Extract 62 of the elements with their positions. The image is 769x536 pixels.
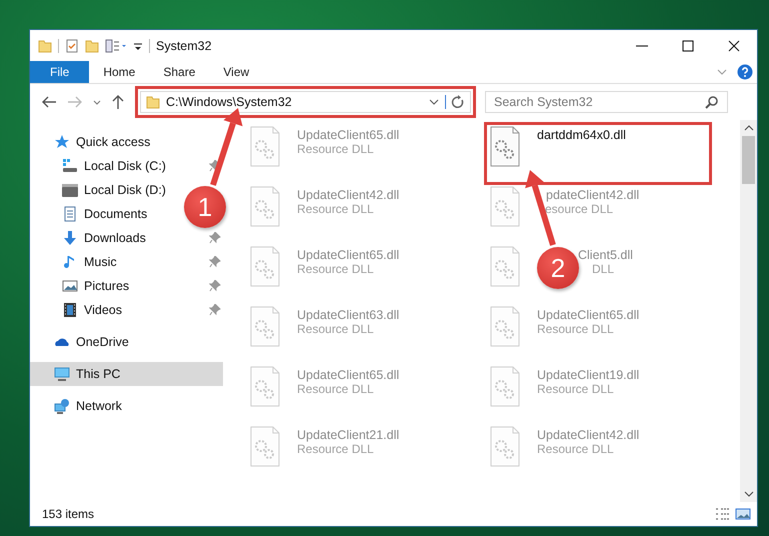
- pin-icon[interactable]: [209, 280, 221, 292]
- pin-icon[interactable]: [209, 304, 221, 316]
- nav-item[interactable]: Downloads: [62, 226, 150, 250]
- nav-icon: [62, 302, 78, 318]
- details-view-icon[interactable]: [715, 507, 731, 521]
- file-type: Resource DLL: [297, 382, 375, 396]
- nav-icon: [54, 398, 70, 414]
- nav-icon: [62, 206, 78, 222]
- nav-item[interactable]: This PC: [30, 362, 223, 386]
- nav-icon: [62, 182, 78, 198]
- up-icon[interactable]: [110, 94, 126, 110]
- large-icons-view-icon[interactable]: [735, 507, 751, 521]
- nav-item[interactable]: Quick access: [54, 130, 154, 154]
- window-title: System32: [156, 38, 212, 52]
- search-field[interactable]: Search System32: [485, 91, 728, 113]
- scroll-down-icon[interactable]: [744, 490, 754, 498]
- file-type: Resource DLL: [297, 262, 375, 276]
- pin-icon[interactable]: [209, 232, 221, 244]
- scrollbar[interactable]: [740, 120, 757, 502]
- nav-icon: [62, 158, 78, 174]
- file-type: DLL: [592, 262, 616, 276]
- address-path: C:\Windows\System32: [166, 95, 292, 109]
- nav-item[interactable]: Local Disk (D:): [62, 178, 170, 202]
- file-type: Resource DLL: [297, 202, 375, 216]
- nav-icon: [54, 134, 70, 150]
- ribbon-tab[interactable]: View: [209, 61, 264, 83]
- item-count: 153 items: [42, 507, 94, 521]
- nav-icon: [62, 278, 78, 294]
- search-icon[interactable]: [705, 95, 719, 109]
- nav-item[interactable]: Local Disk (C:): [62, 154, 170, 178]
- scroll-thumb[interactable]: [742, 136, 755, 184]
- folder-icon[interactable]: [85, 38, 99, 52]
- back-icon[interactable]: [40, 94, 58, 110]
- folder-icon: [146, 95, 160, 109]
- checklist-icon[interactable]: [65, 38, 79, 52]
- folder-icon[interactable]: [38, 38, 52, 52]
- scroll-up-icon[interactable]: [744, 124, 754, 132]
- dll-file-icon[interactable]: [490, 126, 520, 167]
- file-type: Resource DLL: [537, 322, 615, 336]
- nav-item[interactable]: Music: [62, 250, 121, 274]
- file-name[interactable]: dartddm64x0.dll: [537, 128, 626, 142]
- pin-icon[interactable]: [209, 256, 221, 268]
- dropdown-caret-icon[interactable]: [429, 97, 439, 107]
- properties-icon[interactable]: [105, 38, 127, 52]
- forward-icon[interactable]: [66, 94, 84, 110]
- file-type: Resource DLL: [537, 442, 615, 456]
- ribbon-tab[interactable]: Share: [149, 61, 210, 83]
- nav-item[interactable]: Network: [54, 394, 126, 418]
- file-type: Resource DLL: [537, 382, 615, 396]
- help-icon[interactable]: [737, 64, 753, 80]
- nav-icon: [62, 230, 78, 246]
- file-type: esource DLL: [545, 202, 614, 216]
- file-type: Resource DLL: [297, 442, 375, 456]
- ribbon-tab[interactable]: Home: [89, 61, 150, 83]
- nav-icon: [54, 366, 70, 382]
- nav-item[interactable]: Pictures: [62, 274, 134, 298]
- file-type: Resource DLL: [297, 142, 375, 156]
- nav-item[interactable]: Videos: [62, 298, 126, 322]
- nav-item[interactable]: OneDrive: [54, 330, 133, 354]
- ribbon-tab[interactable]: File: [30, 61, 90, 83]
- nav-item[interactable]: Documents: [62, 202, 152, 226]
- file-type: Resource DLL: [297, 322, 375, 336]
